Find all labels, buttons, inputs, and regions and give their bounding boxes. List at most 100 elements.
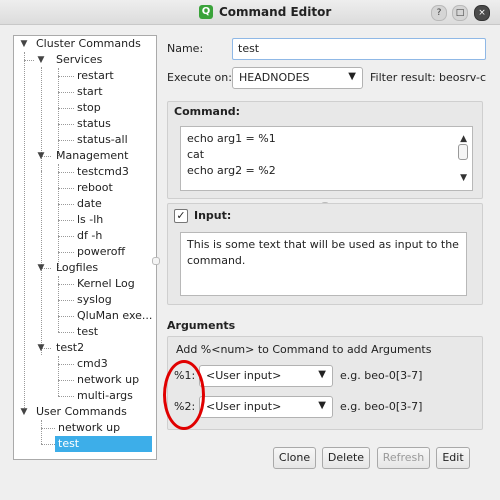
scroll-down-icon[interactable]: ▼ — [460, 170, 467, 186]
maximize-icon: □ — [455, 8, 465, 18]
refresh-button[interactable]: Refresh — [377, 447, 430, 469]
tree-connector — [58, 172, 74, 173]
tree-item-start[interactable]: start — [77, 84, 103, 100]
tree-connector — [58, 316, 74, 317]
input-text: This is some text that will be used as i… — [187, 238, 459, 267]
filter-result-text: Filter result: beosrv-c — [370, 71, 487, 84]
tree-connector — [41, 428, 55, 429]
tree-item-stop[interactable]: stop — [77, 100, 101, 116]
input-label: Input: — [194, 209, 232, 222]
expand-arrow-icon[interactable]: ▼ — [36, 260, 46, 276]
tree-connector — [58, 396, 74, 397]
argument-1-dropdown[interactable]: <User input> ▼ — [199, 365, 333, 387]
tree-group-management[interactable]: Management — [56, 148, 128, 164]
tree-item-status-all[interactable]: status-all — [77, 132, 128, 148]
argument-1-example: e.g. beo-0[3-7] — [340, 369, 423, 382]
execute-on-value: HEADNODES — [239, 71, 310, 84]
tree-connector — [41, 420, 42, 444]
name-label: Name: — [167, 42, 204, 55]
title-bar[interactable]: Q Command Editor ? □ × — [0, 0, 500, 25]
tree-item-multi-args[interactable]: multi-args — [77, 388, 133, 404]
execute-on-label: Execute on: — [167, 71, 232, 84]
tree-item-date[interactable]: date — [77, 196, 102, 212]
help-icon: ? — [436, 8, 442, 18]
delete-button[interactable]: Delete — [322, 447, 370, 469]
tree-item-ls-lh[interactable]: ls -lh — [77, 212, 103, 228]
input-checkbox[interactable]: ✓ — [174, 209, 188, 223]
tree-item-restart[interactable]: restart — [77, 68, 114, 84]
tree-connector — [58, 380, 74, 381]
tree-item-kernel-log[interactable]: Kernel Log — [77, 276, 135, 292]
checkmark-icon: ✓ — [176, 209, 186, 222]
expand-arrow-icon[interactable]: ▼ — [36, 148, 46, 164]
tree-group-services[interactable]: Services — [56, 52, 102, 68]
name-input[interactable]: test — [232, 38, 486, 60]
argument-2-example: e.g. beo-0[3-7] — [340, 400, 423, 413]
tree-item-status[interactable]: status — [77, 116, 111, 132]
command-line: echo arg2 = %2 — [187, 164, 276, 177]
tree-connector — [41, 444, 55, 445]
tree-item-reboot[interactable]: reboot — [77, 180, 113, 196]
scrollbar-thumb[interactable] — [458, 144, 468, 160]
qluman-app-icon: Q — [199, 5, 213, 19]
tree-item-user-test-selected[interactable]: test — [55, 436, 152, 452]
expand-arrow-icon[interactable]: ▼ — [19, 36, 29, 52]
tree-connector — [58, 188, 74, 189]
tree-connector — [58, 236, 74, 237]
argument-2-dropdown[interactable]: <User input> ▼ — [199, 396, 333, 418]
tree-connector — [58, 124, 74, 125]
tree-item-syslog[interactable]: syslog — [77, 292, 112, 308]
tree-connector — [58, 332, 74, 333]
tree-item-user-network-up[interactable]: network up — [58, 420, 120, 436]
splitter-handle[interactable] — [152, 257, 160, 265]
tree-connector — [58, 252, 74, 253]
tree-group-test2[interactable]: test2 — [56, 340, 84, 356]
expand-arrow-icon[interactable]: ▼ — [36, 340, 46, 356]
tree-item-qluman-exe[interactable]: QluMan exe... — [77, 308, 152, 324]
tree-connector — [58, 140, 74, 141]
tree-item-df-h[interactable]: df -h — [77, 228, 102, 244]
tree-connector — [24, 52, 25, 412]
tree-item-poweroff[interactable]: poweroff — [77, 244, 125, 260]
command-editor-window: Q Command Editor ? □ × ▼ Cluster Command… — [0, 0, 500, 500]
tree-root-user-commands[interactable]: User Commands — [36, 404, 127, 420]
annotation-ellipse — [163, 360, 205, 430]
tree-group-logfiles[interactable]: Logfiles — [56, 260, 98, 276]
expand-arrow-icon[interactable]: ▼ — [36, 52, 46, 68]
command-line: cat — [187, 148, 205, 161]
tree-connector — [58, 92, 74, 93]
expand-arrow-icon[interactable]: ▼ — [19, 404, 29, 420]
tree-connector — [58, 108, 74, 109]
tree-root-cluster-commands[interactable]: Cluster Commands — [36, 36, 141, 52]
tree-item-testcmd3[interactable]: testcmd3 — [77, 164, 129, 180]
help-button[interactable]: ? — [431, 5, 447, 21]
tree-connector — [24, 60, 34, 61]
close-button[interactable]: × — [474, 5, 490, 21]
tree-item-network-up[interactable]: network up — [77, 372, 139, 388]
tree-connector — [58, 364, 74, 365]
chevron-down-icon: ▼ — [318, 400, 326, 411]
tree-item-cmd3[interactable]: cmd3 — [77, 356, 108, 372]
tree-item-test-log[interactable]: test — [77, 324, 98, 340]
command-line: echo arg1 = %1 — [187, 132, 276, 145]
arguments-label: Arguments — [167, 319, 236, 332]
maximize-button[interactable]: □ — [452, 5, 468, 21]
command-textarea[interactable]: echo arg1 = %1 cat echo arg2 = %2 ▲ ▼ — [180, 126, 473, 191]
tree-connector — [58, 68, 59, 156]
tree-connector — [58, 76, 74, 77]
input-textarea[interactable]: This is some text that will be used as i… — [180, 232, 467, 296]
tree-connector — [58, 356, 59, 396]
execute-on-dropdown[interactable]: HEADNODES ▼ — [232, 67, 363, 89]
tree-connector — [58, 220, 74, 221]
arguments-hint: Add %<num> to Command to add Arguments — [176, 343, 432, 356]
close-icon: × — [478, 8, 486, 18]
chevron-down-icon: ▼ — [318, 369, 326, 380]
command-tree[interactable]: ▼ Cluster Commands ▼ Services restart st… — [13, 35, 157, 460]
argument-2-value: <User input> — [206, 400, 282, 413]
tree-connector — [58, 300, 74, 301]
clone-button[interactable]: Clone — [273, 447, 316, 469]
chevron-down-icon: ▼ — [348, 71, 356, 82]
edit-button[interactable]: Edit — [436, 447, 470, 469]
window-title: Command Editor — [219, 5, 332, 19]
tree-connector — [58, 204, 74, 205]
